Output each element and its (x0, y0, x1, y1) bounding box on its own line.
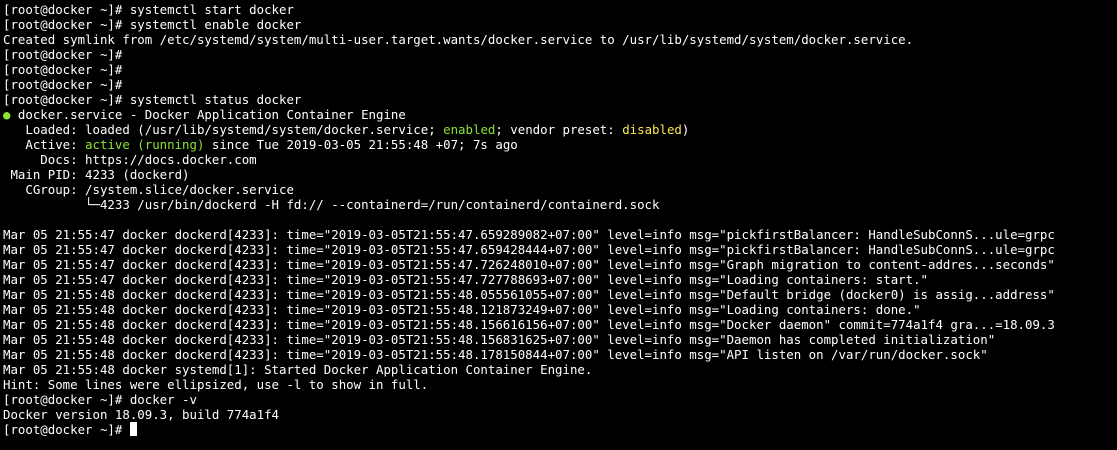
terminal-line: Created symlink from /etc/systemd/system… (3, 32, 914, 47)
service-docs-line: Docs: https://docs.docker.com (3, 152, 257, 167)
disabled-status: disabled (622, 122, 682, 137)
service-mainpid-line: Main PID: 4233 (dockerd) (3, 167, 190, 182)
service-status-title: ● docker.service - Docker Application Co… (3, 107, 1117, 122)
terminal-line: [root@docker ~]# (3, 62, 123, 77)
terminal-line: [root@docker ~]# docker -v (3, 392, 197, 407)
active-since: since Tue 2019-03-05 21:55:48 +07; 7s ag… (204, 137, 518, 152)
log-line: Mar 05 21:55:48 docker dockerd[4233]: ti… (3, 347, 988, 362)
terminal-line: [root@docker ~]# systemctl start docker (3, 2, 294, 17)
prompt-text: [root@docker ~]# (3, 422, 130, 437)
loaded-label: Loaded: loaded (/usr/lib/systemd/system/… (3, 122, 444, 137)
log-line: Mar 05 21:55:48 docker dockerd[4233]: ti… (3, 287, 1055, 302)
service-cgroup-line: CGroup: /system.slice/docker.service (3, 182, 294, 197)
service-active-line: Active: active (running) since Tue 2019-… (3, 137, 1117, 152)
terminal-line: [root@docker ~]# systemctl status docker (3, 92, 302, 107)
log-line: Mar 05 21:55:48 docker systemd[1]: Start… (3, 362, 593, 377)
log-line: Mar 05 21:55:47 docker dockerd[4233]: ti… (3, 227, 1055, 242)
enabled-status: enabled (443, 122, 496, 137)
log-line: Mar 05 21:55:48 docker dockerd[4233]: ti… (3, 302, 921, 317)
log-line: Mar 05 21:55:48 docker dockerd[4233]: ti… (3, 317, 1055, 332)
service-title: docker.service - Docker Application Cont… (10, 107, 406, 122)
service-loaded-line: Loaded: loaded (/usr/lib/systemd/system/… (3, 122, 1117, 137)
terminal-line: [root@docker ~]# (3, 47, 123, 62)
docker-version-line: Docker version 18.09.3, build 774a1f4 (3, 407, 280, 422)
active-state: active (running) (85, 137, 205, 152)
service-cgroup-child-line: └─4233 /usr/bin/dockerd -H fd:// --conta… (3, 197, 660, 212)
text-cursor[interactable] (129, 422, 137, 436)
active-label: Active: (3, 137, 86, 152)
log-line: Mar 05 21:55:47 docker dockerd[4233]: ti… (3, 242, 1055, 257)
terminal-window[interactable]: [root@docker ~]# systemctl start docker … (0, 0, 1117, 450)
loaded-end: ) (681, 122, 690, 137)
command-prompt-line[interactable]: [root@docker ~]# (3, 422, 1117, 437)
terminal-line: [root@docker ~]# (3, 77, 123, 92)
terminal-line: [root@docker ~]# systemctl enable docker (3, 17, 302, 32)
log-line: Mar 05 21:55:47 docker dockerd[4233]: ti… (3, 272, 929, 287)
vendor-preset-label: ; vendor preset: (495, 122, 623, 137)
log-line: Mar 05 21:55:47 docker dockerd[4233]: ti… (3, 257, 1055, 272)
log-line: Mar 05 21:55:48 docker dockerd[4233]: ti… (3, 332, 996, 347)
hint-line: Hint: Some lines were ellipsized, use -l… (3, 377, 429, 392)
